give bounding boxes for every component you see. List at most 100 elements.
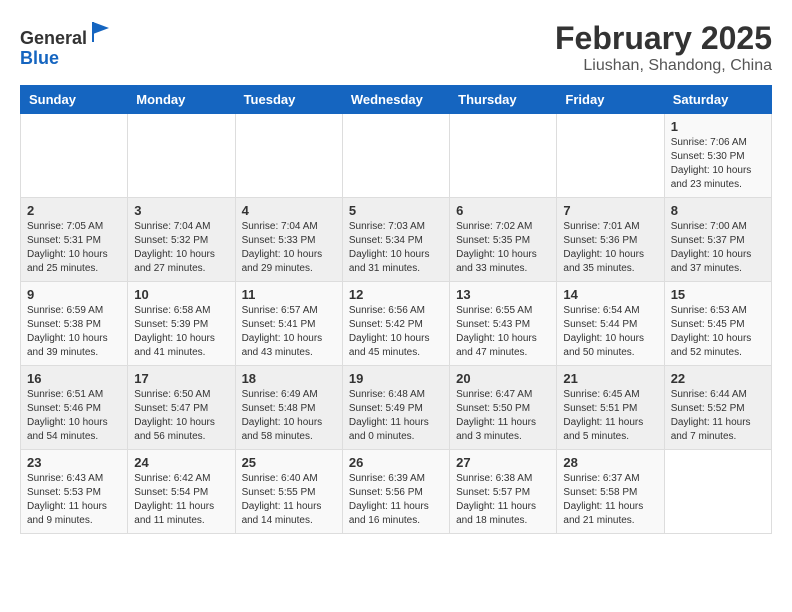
day-info: Sunrise: 6:38 AM Sunset: 5:57 PM Dayligh… bbox=[456, 472, 550, 528]
calendar-day-header: Friday bbox=[557, 86, 664, 114]
day-number: 6 bbox=[456, 203, 550, 218]
calendar-table: SundayMondayTuesdayWednesdayThursdayFrid… bbox=[20, 85, 772, 534]
day-info: Sunrise: 6:50 AM Sunset: 5:47 PM Dayligh… bbox=[134, 388, 228, 444]
calendar-cell: 17 Sunrise: 6:50 AM Sunset: 5:47 PM Dayli… bbox=[128, 366, 235, 450]
day-info: Sunrise: 6:53 AM Sunset: 5:45 PM Dayligh… bbox=[671, 304, 765, 360]
day-info: Sunrise: 6:51 AM Sunset: 5:46 PM Dayligh… bbox=[27, 388, 121, 444]
day-info: Sunrise: 6:45 AM Sunset: 5:51 PM Dayligh… bbox=[563, 388, 657, 444]
day-info: Sunrise: 7:00 AM Sunset: 5:37 PM Dayligh… bbox=[671, 220, 765, 276]
calendar-cell: 27 Sunrise: 6:38 AM Sunset: 5:57 PM Dayli… bbox=[450, 450, 557, 534]
calendar-cell: 28 Sunrise: 6:37 AM Sunset: 5:58 PM Dayli… bbox=[557, 450, 664, 534]
day-info: Sunrise: 7:04 AM Sunset: 5:33 PM Dayligh… bbox=[242, 220, 336, 276]
calendar-cell: 19 Sunrise: 6:48 AM Sunset: 5:49 PM Dayli… bbox=[342, 366, 449, 450]
day-number: 15 bbox=[671, 287, 765, 302]
calendar-week-row: 23 Sunrise: 6:43 AM Sunset: 5:53 PM Dayli… bbox=[21, 450, 772, 534]
day-info: Sunrise: 6:44 AM Sunset: 5:52 PM Dayligh… bbox=[671, 388, 765, 444]
day-info: Sunrise: 6:49 AM Sunset: 5:48 PM Dayligh… bbox=[242, 388, 336, 444]
page-header: General Blue February 2025 Liushan, Shan… bbox=[20, 20, 772, 75]
calendar-cell: 8 Sunrise: 7:00 AM Sunset: 5:37 PM Daylig… bbox=[664, 198, 771, 282]
calendar-week-row: 1Sunrise: 7:06 AM Sunset: 5:30 PM Daylig… bbox=[21, 114, 772, 198]
day-number: 5 bbox=[349, 203, 443, 218]
day-info: Sunrise: 7:03 AM Sunset: 5:34 PM Dayligh… bbox=[349, 220, 443, 276]
logo-flag-icon bbox=[89, 20, 113, 44]
calendar-cell: 24 Sunrise: 6:42 AM Sunset: 5:54 PM Dayli… bbox=[128, 450, 235, 534]
day-number: 1 bbox=[671, 119, 765, 134]
day-number: 21 bbox=[563, 371, 657, 386]
calendar-cell: 9 Sunrise: 6:59 AM Sunset: 5:38 PM Daylig… bbox=[21, 282, 128, 366]
day-number: 27 bbox=[456, 455, 550, 470]
calendar-cell: 15 Sunrise: 6:53 AM Sunset: 5:45 PM Dayli… bbox=[664, 282, 771, 366]
logo: General Blue bbox=[20, 20, 113, 69]
calendar-cell: 2 Sunrise: 7:05 AM Sunset: 5:31 PM Daylig… bbox=[21, 198, 128, 282]
calendar-week-row: 2 Sunrise: 7:05 AM Sunset: 5:31 PM Daylig… bbox=[21, 198, 772, 282]
day-number: 16 bbox=[27, 371, 121, 386]
day-info: Sunrise: 7:01 AM Sunset: 5:36 PM Dayligh… bbox=[563, 220, 657, 276]
calendar-cell bbox=[664, 450, 771, 534]
day-info: Sunrise: 6:54 AM Sunset: 5:44 PM Dayligh… bbox=[563, 304, 657, 360]
day-info: Sunrise: 6:58 AM Sunset: 5:39 PM Dayligh… bbox=[134, 304, 228, 360]
day-number: 14 bbox=[563, 287, 657, 302]
day-info: Sunrise: 6:55 AM Sunset: 5:43 PM Dayligh… bbox=[456, 304, 550, 360]
day-number: 20 bbox=[456, 371, 550, 386]
calendar-day-header: Thursday bbox=[450, 86, 557, 114]
day-info: Sunrise: 6:43 AM Sunset: 5:53 PM Dayligh… bbox=[27, 472, 121, 528]
day-number: 19 bbox=[349, 371, 443, 386]
day-info: Sunrise: 6:56 AM Sunset: 5:42 PM Dayligh… bbox=[349, 304, 443, 360]
calendar-cell: 5 Sunrise: 7:03 AM Sunset: 5:34 PM Daylig… bbox=[342, 198, 449, 282]
calendar-cell: 10Sunrise: 6:58 AM Sunset: 5:39 PM Dayli… bbox=[128, 282, 235, 366]
subtitle: Liushan, Shandong, China bbox=[555, 57, 772, 75]
day-info: Sunrise: 7:05 AM Sunset: 5:31 PM Dayligh… bbox=[27, 220, 121, 276]
calendar-day-header: Wednesday bbox=[342, 86, 449, 114]
day-number: 2 bbox=[27, 203, 121, 218]
calendar-cell: 4 Sunrise: 7:04 AM Sunset: 5:33 PM Daylig… bbox=[235, 198, 342, 282]
main-title: February 2025 bbox=[555, 20, 772, 57]
day-info: Sunrise: 6:57 AM Sunset: 5:41 PM Dayligh… bbox=[242, 304, 336, 360]
calendar-cell: 7 Sunrise: 7:01 AM Sunset: 5:36 PM Daylig… bbox=[557, 198, 664, 282]
day-info: Sunrise: 6:48 AM Sunset: 5:49 PM Dayligh… bbox=[349, 388, 443, 444]
day-number: 3 bbox=[134, 203, 228, 218]
day-number: 4 bbox=[242, 203, 336, 218]
calendar-cell: 3 Sunrise: 7:04 AM Sunset: 5:32 PM Daylig… bbox=[128, 198, 235, 282]
day-number: 26 bbox=[349, 455, 443, 470]
calendar-cell bbox=[450, 114, 557, 198]
calendar-day-header: Monday bbox=[128, 86, 235, 114]
day-number: 17 bbox=[134, 371, 228, 386]
day-number: 23 bbox=[27, 455, 121, 470]
calendar-cell: 20 Sunrise: 6:47 AM Sunset: 5:50 PM Dayli… bbox=[450, 366, 557, 450]
day-number: 7 bbox=[563, 203, 657, 218]
title-block: February 2025 Liushan, Shandong, China bbox=[555, 20, 772, 75]
day-info: Sunrise: 7:04 AM Sunset: 5:32 PM Dayligh… bbox=[134, 220, 228, 276]
day-info: Sunrise: 6:42 AM Sunset: 5:54 PM Dayligh… bbox=[134, 472, 228, 528]
logo-blue: Blue bbox=[20, 48, 59, 68]
calendar-cell: 26Sunrise: 6:39 AM Sunset: 5:56 PM Dayli… bbox=[342, 450, 449, 534]
calendar-cell: 14 Sunrise: 6:54 AM Sunset: 5:44 PM Dayli… bbox=[557, 282, 664, 366]
calendar-cell: 22Sunrise: 6:44 AM Sunset: 5:52 PM Dayli… bbox=[664, 366, 771, 450]
day-number: 8 bbox=[671, 203, 765, 218]
day-number: 12 bbox=[349, 287, 443, 302]
calendar-cell: 13Sunrise: 6:55 AM Sunset: 5:43 PM Dayli… bbox=[450, 282, 557, 366]
calendar-cell: 21 Sunrise: 6:45 AM Sunset: 5:51 PM Dayli… bbox=[557, 366, 664, 450]
day-info: Sunrise: 6:40 AM Sunset: 5:55 PM Dayligh… bbox=[242, 472, 336, 528]
day-number: 11 bbox=[242, 287, 336, 302]
calendar-header-row: SundayMondayTuesdayWednesdayThursdayFrid… bbox=[21, 86, 772, 114]
calendar-day-header: Saturday bbox=[664, 86, 771, 114]
day-info: Sunrise: 7:02 AM Sunset: 5:35 PM Dayligh… bbox=[456, 220, 550, 276]
day-number: 28 bbox=[563, 455, 657, 470]
day-info: Sunrise: 6:47 AM Sunset: 5:50 PM Dayligh… bbox=[456, 388, 550, 444]
calendar-cell: 1Sunrise: 7:06 AM Sunset: 5:30 PM Daylig… bbox=[664, 114, 771, 198]
day-info: Sunrise: 6:59 AM Sunset: 5:38 PM Dayligh… bbox=[27, 304, 121, 360]
calendar-cell: 25 Sunrise: 6:40 AM Sunset: 5:55 PM Dayli… bbox=[235, 450, 342, 534]
day-number: 9 bbox=[27, 287, 121, 302]
day-number: 25 bbox=[242, 455, 336, 470]
calendar-day-header: Tuesday bbox=[235, 86, 342, 114]
day-number: 24 bbox=[134, 455, 228, 470]
calendar-cell bbox=[235, 114, 342, 198]
calendar-week-row: 9 Sunrise: 6:59 AM Sunset: 5:38 PM Daylig… bbox=[21, 282, 772, 366]
day-info: Sunrise: 6:37 AM Sunset: 5:58 PM Dayligh… bbox=[563, 472, 657, 528]
calendar-cell bbox=[342, 114, 449, 198]
calendar-cell bbox=[557, 114, 664, 198]
calendar-cell bbox=[128, 114, 235, 198]
calendar-cell bbox=[21, 114, 128, 198]
day-number: 18 bbox=[242, 371, 336, 386]
calendar-cell: 12 Sunrise: 6:56 AM Sunset: 5:42 PM Dayli… bbox=[342, 282, 449, 366]
